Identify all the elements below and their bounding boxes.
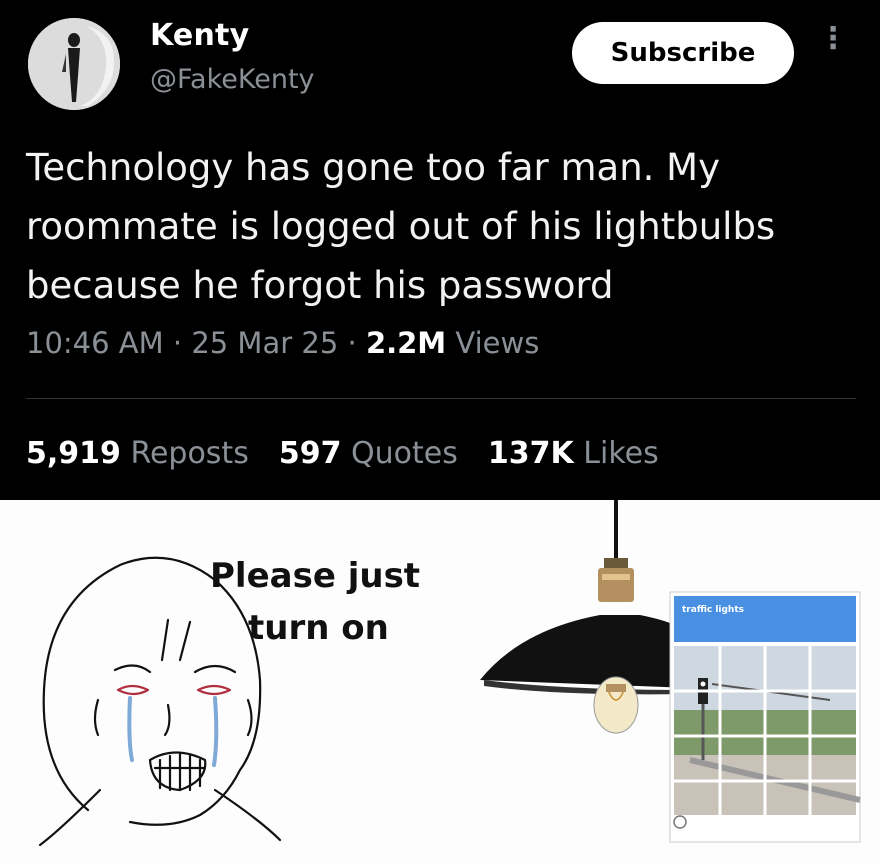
views-label: Views (455, 326, 540, 360)
tweet-time[interactable]: 10:46 AM (26, 326, 164, 360)
separator-dot: · (347, 326, 366, 360)
captcha-title: traffic lights (682, 605, 744, 615)
likes-label: Likes (583, 436, 659, 471)
caption-line-2: turn on (248, 608, 389, 648)
tweet: Kenty @FakeKenty Subscribe ⋮ Technology … (0, 0, 880, 500)
quotes-count: 597 (278, 436, 342, 471)
divider (26, 398, 856, 399)
meme-illustration: traffic lights (38, 500, 861, 847)
separator-dot: · (172, 326, 192, 360)
reposts-stat[interactable]: 5,919 Reposts (26, 436, 249, 471)
caption-line-1: Please just (210, 556, 421, 596)
tweet-text: Technology has gone too far man. My room… (26, 146, 776, 307)
quotes-label: Quotes (351, 436, 458, 471)
author-handle[interactable]: @FakeKenty (150, 64, 315, 95)
reposts-label: Reposts (130, 436, 249, 471)
avatar[interactable] (28, 18, 120, 110)
tweet-date[interactable]: 25 Mar 25 (191, 326, 338, 360)
subscribe-button[interactable]: Subscribe (572, 22, 794, 84)
reposts-count: 5,919 (26, 436, 121, 471)
captcha-grid-drawing: traffic lights (669, 591, 861, 843)
more-options-icon[interactable]: ⋮ (818, 24, 848, 74)
likes-stat[interactable]: 137K Likes (488, 436, 659, 471)
quotes-stat[interactable]: 597 Quotes (279, 436, 458, 471)
pendant-lamp-drawing (480, 500, 690, 734)
tweet-meta: 10:46 AM · 25 Mar 25 · 2.2M Views (26, 326, 539, 360)
likes-count: 137K (487, 436, 574, 471)
views-count: 2.2M (365, 326, 447, 360)
meme-caption: Please just turn on (210, 550, 420, 654)
author-name[interactable]: Kenty (150, 18, 249, 53)
meme-image: traffic lights Please just turn on (0, 500, 880, 863)
engagement-stats: 5,919 Reposts 597 Quotes 137K Likes (26, 436, 659, 471)
avatar-image (28, 18, 120, 110)
